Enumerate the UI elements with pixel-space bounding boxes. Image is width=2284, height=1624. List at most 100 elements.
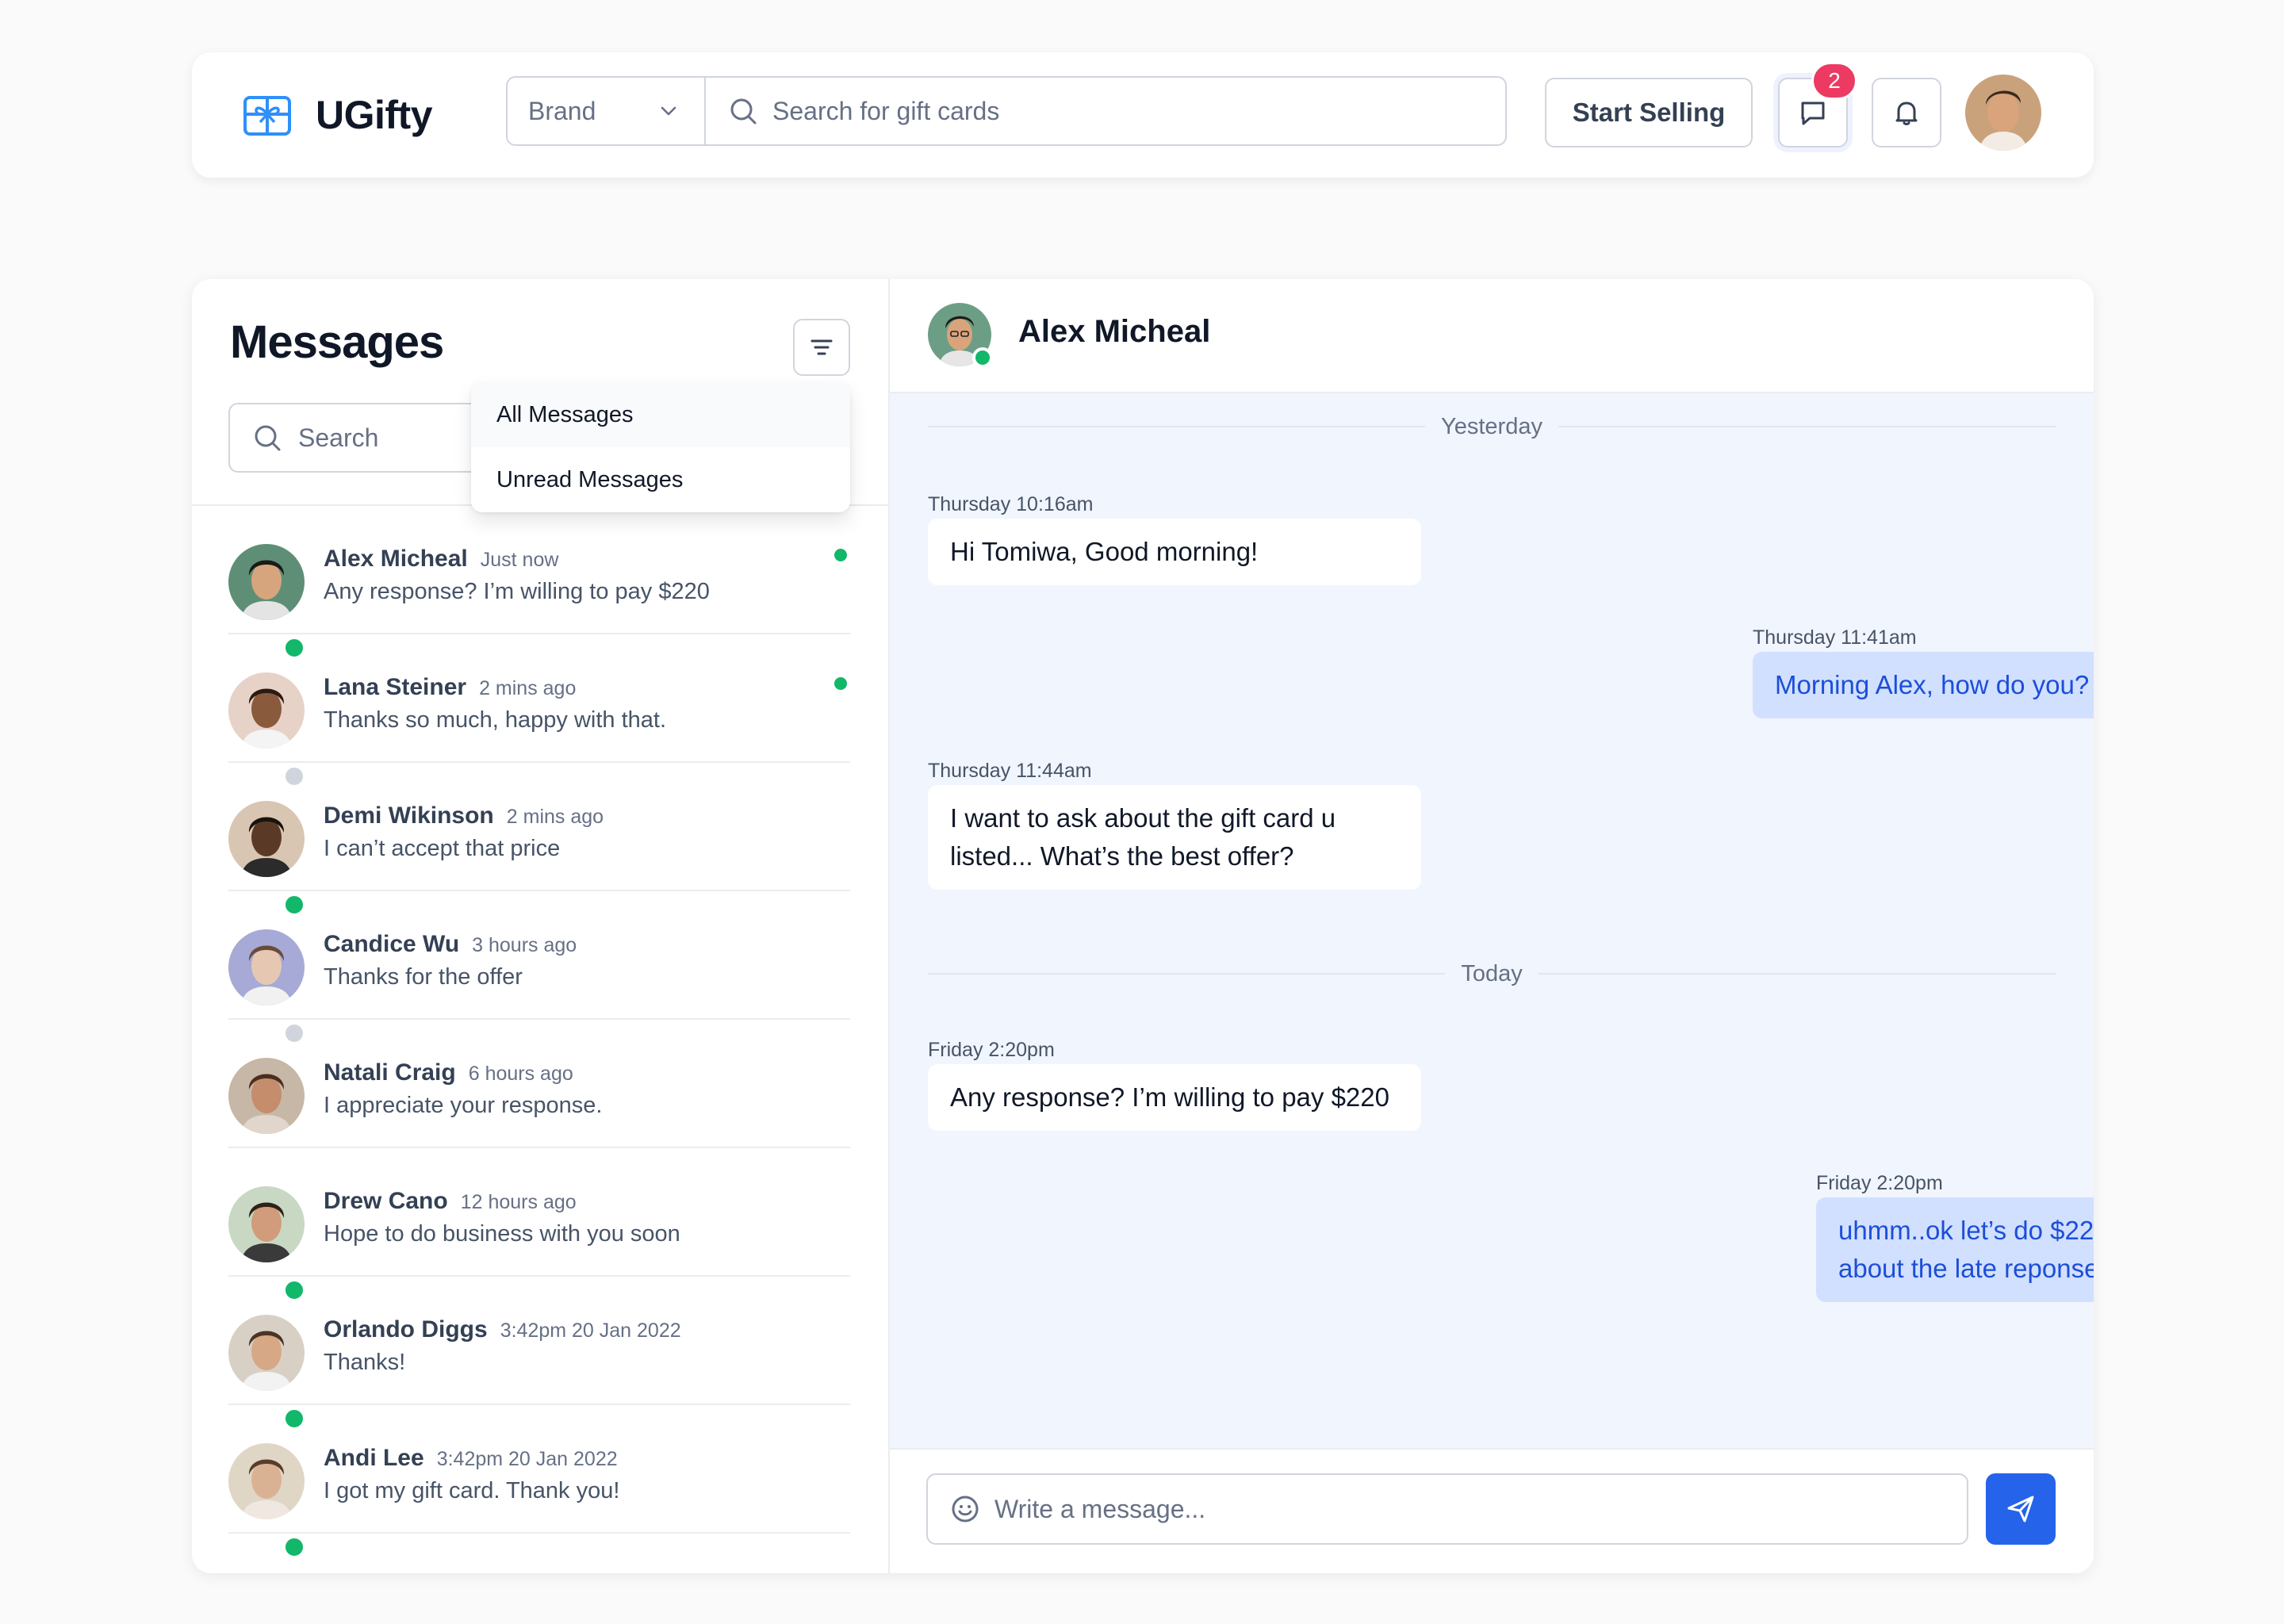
conversation-avatar-image bbox=[228, 801, 305, 877]
conversation-avatar bbox=[228, 672, 306, 788]
chat-messages: Yesterday Thursday 10:16am Hi Tomiwa, Go… bbox=[890, 393, 2094, 1448]
conversation-item[interactable]: Orlando Diggs 3:42pm 20 Jan 2022 Thanks! bbox=[228, 1277, 850, 1431]
conversation-time: 12 hours ago bbox=[460, 1191, 577, 1213]
conversation-avatar bbox=[228, 1058, 305, 1134]
conversation-avatar-image bbox=[228, 1058, 305, 1134]
conversation-item[interactable]: Andi Lee 3:42pm 20 Jan 2022 I got my gift… bbox=[228, 1405, 850, 1559]
conversation-name-text: Natali Craig bbox=[324, 1059, 456, 1086]
unread-indicator bbox=[834, 677, 847, 690]
conversation-name: Andi Lee 3:42pm 20 Jan 2022 bbox=[324, 1445, 618, 1472]
message-input-placeholder: Write a message... bbox=[994, 1494, 1206, 1523]
conversation-avatar bbox=[228, 1186, 306, 1302]
conversation-avatar bbox=[228, 929, 306, 1045]
day-separator-today: Today bbox=[928, 958, 2056, 990]
conversation-preview: Hope to do business with you soon bbox=[324, 1221, 680, 1247]
conversation-time: Just now bbox=[480, 549, 559, 571]
conversation-name-text: Lana Steiner bbox=[324, 674, 467, 700]
conversation-preview: Any response? I’m willing to pay $220 bbox=[324, 579, 710, 604]
conversation-item[interactable]: Alex Micheal Just now Any response? I’m w… bbox=[228, 506, 850, 660]
top-header: UGifty Brand Search for gift cards Start… bbox=[192, 52, 2094, 178]
message-bubble-incoming: Hi Tomiwa, Good morning! bbox=[928, 519, 1421, 585]
message-timestamp: Friday 2:20pm bbox=[1816, 1172, 1943, 1194]
conversation-avatar-image bbox=[228, 1443, 305, 1519]
search-icon bbox=[255, 425, 281, 451]
bell-icon bbox=[1895, 102, 1918, 125]
conversation-name-text: Drew Cano bbox=[324, 1188, 448, 1214]
messages-card: Messages Search All Messages Unread Mess… bbox=[192, 279, 2094, 1573]
conversation-item[interactable]: Natali Craig 6 hours ago I appreciate you… bbox=[228, 1020, 850, 1148]
gift-icon bbox=[243, 96, 291, 136]
filter-button[interactable] bbox=[793, 319, 850, 376]
message-timestamp: Thursday 10:16am bbox=[928, 493, 1094, 515]
conversation-time: 2 mins ago bbox=[479, 677, 577, 699]
conversation-name: Natali Craig 6 hours ago bbox=[324, 1059, 573, 1086]
conversation-avatar-image bbox=[228, 929, 305, 1005]
start-selling-button[interactable]: Start Selling bbox=[1545, 78, 1753, 147]
conversation-name-text: Alex Micheal bbox=[324, 546, 468, 572]
conversation-avatar bbox=[228, 544, 306, 660]
conversation-item[interactable]: Lana Steiner 2 mins ago Thanks so much, h… bbox=[228, 634, 850, 788]
conversation-time: 6 hours ago bbox=[468, 1063, 573, 1085]
send-icon bbox=[2007, 1496, 2034, 1522]
user-avatar[interactable] bbox=[1965, 75, 2041, 151]
logo-text[interactable]: UGifty bbox=[316, 87, 433, 143]
conversation-name: Candice Wu 3 hours ago bbox=[324, 931, 577, 958]
conversation-name: Orlando Diggs 3:42pm 20 Jan 2022 bbox=[324, 1316, 681, 1343]
filter-option-all[interactable]: All Messages bbox=[471, 382, 850, 447]
filter-option-unread[interactable]: Unread Messages bbox=[471, 447, 850, 512]
chat-panel: Alex Micheal Yesterday Thursday 10:16am … bbox=[890, 279, 2094, 1573]
conversation-preview: Thanks so much, happy with that. bbox=[324, 707, 666, 733]
search-placeholder: Search bbox=[298, 423, 379, 452]
conversation-item[interactable]: Candice Wu 3 hours ago Thanks for the off… bbox=[228, 891, 850, 1045]
conversation-preview: I appreciate your response. bbox=[324, 1093, 603, 1118]
message-timestamp: Thursday 11:41am bbox=[1753, 626, 1917, 649]
conversation-name: Lana Steiner 2 mins ago bbox=[324, 674, 576, 701]
message-icon bbox=[1801, 102, 1825, 125]
conversation-preview: I got my gift card. Thank you! bbox=[324, 1478, 620, 1503]
user-avatar-image bbox=[1965, 75, 2041, 151]
online-status-dot bbox=[282, 1535, 306, 1559]
message-bubble-incoming: Any response? I’m willing to pay $220 bbox=[928, 1064, 1421, 1131]
message-bubble-outgoing: Morning Alex, how do you? bbox=[1753, 652, 2094, 718]
conversation-time: 2 mins ago bbox=[506, 806, 604, 828]
unread-indicator bbox=[834, 549, 847, 561]
search-placeholder: Search for gift cards bbox=[772, 96, 1000, 125]
conversation-preview: Thanks for the offer bbox=[324, 964, 523, 990]
notifications-button[interactable] bbox=[1872, 78, 1941, 147]
send-button[interactable] bbox=[1986, 1473, 2056, 1545]
search-icon bbox=[730, 98, 757, 124]
conversation-avatar bbox=[228, 1443, 306, 1559]
brand-select-label: Brand bbox=[528, 96, 596, 125]
message-timestamp: Friday 2:20pm bbox=[928, 1039, 1055, 1061]
conversation-item[interactable]: Demi Wikinson 2 mins ago I can’t accept t… bbox=[228, 763, 850, 917]
conversation-avatar bbox=[228, 1315, 306, 1431]
smile-icon[interactable] bbox=[950, 1494, 980, 1524]
conversation-avatar-image bbox=[228, 1186, 305, 1262]
conversation-name: Alex Micheal Just now bbox=[324, 546, 558, 573]
search-bar: Brand Search for gift cards bbox=[506, 76, 1507, 146]
conversation-preview: Thanks! bbox=[324, 1350, 406, 1375]
filter-dropdown: All Messages Unread Messages bbox=[471, 382, 850, 512]
message-composer: Write a message... bbox=[890, 1448, 2094, 1573]
conversation-preview: I can’t accept that price bbox=[324, 836, 561, 861]
conversation-name-text: Candice Wu bbox=[324, 931, 460, 957]
gift-card-search-input[interactable]: Search for gift cards bbox=[706, 78, 1505, 144]
conversation-name: Demi Wikinson 2 mins ago bbox=[324, 802, 604, 829]
message-bubble-outgoing: uhmm..ok let’s do $225 and sorry about t… bbox=[1816, 1197, 2094, 1302]
conversation-avatar-image bbox=[228, 672, 305, 749]
filter-icon bbox=[811, 339, 833, 355]
contact-avatar[interactable] bbox=[928, 303, 993, 368]
conversation-name-text: Demi Wikinson bbox=[324, 802, 494, 829]
day-separator-yesterday: Yesterday bbox=[928, 411, 2056, 442]
conversation-name-text: Orlando Diggs bbox=[324, 1316, 488, 1342]
brand-select[interactable]: Brand bbox=[508, 78, 706, 144]
messages-title: Messages bbox=[230, 316, 444, 368]
conversation-time: 3:42pm 20 Jan 2022 bbox=[500, 1320, 681, 1342]
conversation-avatar-image bbox=[228, 1315, 305, 1391]
day-separator-label: Today bbox=[1461, 960, 1523, 986]
message-input[interactable]: Write a message... bbox=[926, 1473, 1968, 1545]
conversation-item[interactable]: Drew Cano 12 hours ago Hope to do busines… bbox=[228, 1148, 850, 1302]
conversation-list: Alex Micheal Just now Any response? I’m w… bbox=[228, 506, 850, 1559]
conversation-time: 3:42pm 20 Jan 2022 bbox=[436, 1448, 618, 1470]
conversation-time: 3 hours ago bbox=[472, 934, 577, 956]
